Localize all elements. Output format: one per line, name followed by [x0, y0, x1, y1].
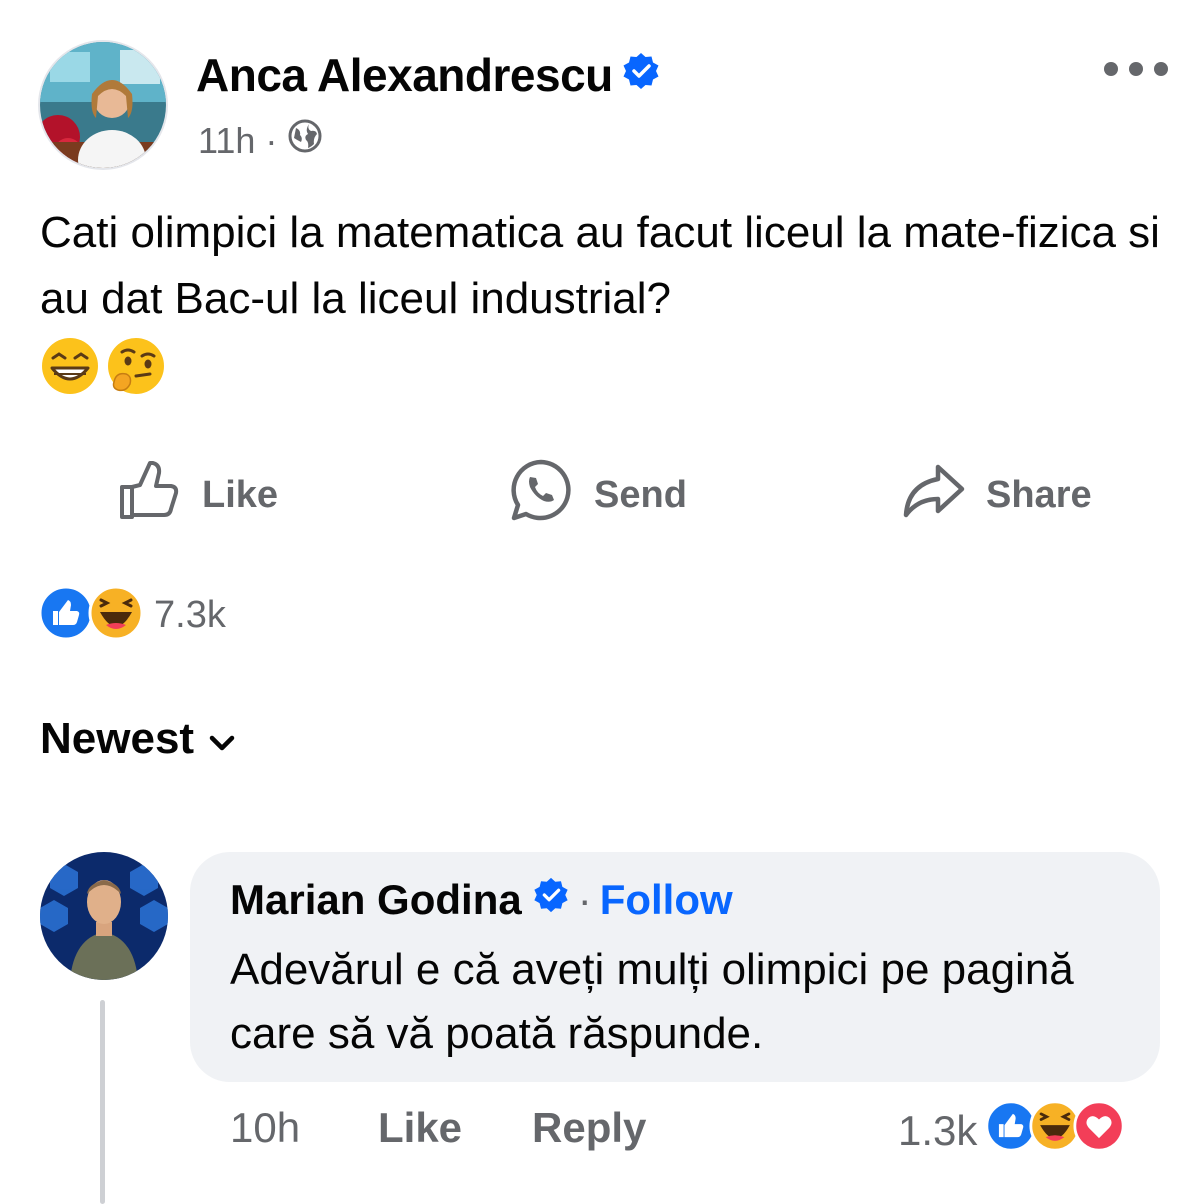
love-reaction-icon [1073, 1100, 1125, 1162]
chevron-down-icon [208, 714, 236, 764]
like-button[interactable]: Like [116, 455, 278, 535]
comment-author-name[interactable]: Marian Godina [230, 876, 522, 924]
globe-icon [287, 118, 323, 163]
comment-reply-button[interactable]: Reply [532, 1104, 646, 1152]
send-label[interactable]: Send [594, 474, 687, 517]
thinking-face-icon [106, 336, 166, 401]
post-author-name-text[interactable]: Anca Alexandrescu [196, 49, 613, 101]
verified-badge-icon [532, 876, 570, 924]
sort-label[interactable]: Newest [40, 714, 194, 764]
like-reaction-icon [38, 585, 94, 646]
comment-like-button[interactable]: Like [378, 1104, 462, 1152]
post-time[interactable]: 11h [198, 120, 255, 162]
grinning-squinting-face-icon [40, 336, 100, 401]
post-author-name[interactable]: Anca Alexandrescu [196, 48, 661, 106]
more-dot [1104, 62, 1118, 76]
verified-badge-icon [621, 48, 661, 102]
more-options-icon[interactable] [1104, 54, 1168, 84]
whatsapp-icon [508, 457, 574, 533]
like-label[interactable]: Like [202, 474, 278, 517]
follow-button[interactable]: Follow [600, 876, 733, 924]
more-dot [1129, 62, 1143, 76]
comment-footer: 10h Like Reply 1.3k [230, 1100, 1160, 1160]
comment-reaction-count[interactable]: 1.3k [898, 1107, 977, 1155]
thumbs-up-outline-icon [116, 457, 182, 533]
send-button[interactable]: Send [508, 455, 687, 535]
share-arrow-icon [900, 457, 966, 533]
share-label[interactable]: Share [986, 474, 1092, 517]
comment-author-row: Marian Godina · Follow [230, 876, 733, 924]
comment-time[interactable]: 10h [230, 1104, 300, 1152]
author-separator: · [577, 876, 592, 923]
comment-text: Adevărul e că aveți mulți olimpici pe pa… [230, 945, 1074, 1058]
post-header: Anca Alexandrescu 11h · [38, 40, 1168, 172]
share-button[interactable]: Share [900, 455, 1092, 535]
post-text: Cati olimpici la matematica au facut lic… [40, 208, 1160, 323]
comment-bubble: Marian Godina · Follow Adevărul e că ave… [190, 852, 1160, 1082]
meta-separator: · [265, 119, 278, 161]
comment-reactions[interactable]: 1.3k [898, 1100, 1125, 1162]
reactions-summary[interactable]: 7.3k [38, 585, 226, 646]
reaction-count[interactable]: 7.3k [154, 594, 226, 637]
comment-sort-dropdown[interactable]: Newest [40, 714, 236, 764]
more-dot [1154, 62, 1168, 76]
post-emojis [40, 336, 166, 401]
commenter-avatar[interactable] [40, 852, 168, 980]
post-action-bar: Like Send Share [0, 455, 1200, 535]
comment-thread-line [100, 1000, 105, 1204]
author-avatar[interactable] [38, 40, 168, 170]
haha-reaction-icon [88, 585, 144, 646]
post-meta: 11h · [198, 118, 323, 163]
